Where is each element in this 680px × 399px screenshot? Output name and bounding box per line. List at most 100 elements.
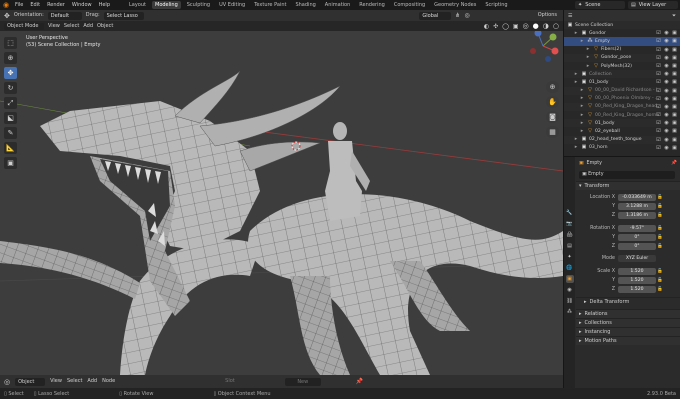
rotation-mode-dropdown[interactable]: XYZ Euler <box>618 255 656 262</box>
outliner-row[interactable]: ▸ ▽ PolyMesh(32) ☑ ◉ ▣ <box>564 62 680 70</box>
expand-arrow-icon[interactable]: ▸ <box>585 63 591 69</box>
render-camera-icon[interactable]: ▣ <box>672 104 677 110</box>
instancing-panel[interactable]: ▸ Instancing <box>576 327 680 336</box>
eye-icon[interactable]: ◉ <box>664 120 669 126</box>
checkbox-icon[interactable]: ☑ <box>656 96 661 102</box>
eye-icon[interactable]: ◉ <box>664 104 669 110</box>
rotate-tool-icon[interactable]: ↻ <box>4 82 17 94</box>
render-camera-icon[interactable]: ▣ <box>672 137 677 143</box>
render-camera-icon[interactable]: ▣ <box>672 112 677 118</box>
menu-object[interactable]: Object <box>97 23 113 29</box>
menu-view[interactable]: View <box>48 23 60 29</box>
outliner-row[interactable]: ▸ ▽ 02_eyeball ☑ ◉ ▣ <box>564 127 680 135</box>
zoom-icon[interactable]: ⊕ <box>546 81 559 93</box>
dragon-tail-tip[interactable] <box>0 241 140 299</box>
outliner-row[interactable]: ▸ ⁂ Empty ☑ ◉ ▣ <box>564 37 680 46</box>
dragon-horn-left[interactable] <box>174 70 241 124</box>
render-camera-icon[interactable]: ▣ <box>672 38 677 44</box>
gizmo-toggle-icon[interactable]: ✣ <box>493 23 498 30</box>
expand-arrow-icon[interactable]: ▸ <box>579 112 585 118</box>
motion-paths-panel[interactable]: ▸ Motion Paths <box>576 336 680 345</box>
render-tab-icon[interactable]: 📷 <box>566 220 574 228</box>
transform-tool-icon[interactable]: ⬕ <box>4 112 17 124</box>
shading-solid-icon[interactable]: ● <box>533 22 539 30</box>
expand-arrow-icon[interactable]: ▸ <box>573 145 579 150</box>
expand-arrow-icon[interactable]: ▸ <box>579 88 585 93</box>
scale-z-field[interactable]: 1.520 <box>618 286 656 293</box>
relations-panel[interactable]: ▸ Relations <box>576 309 680 318</box>
outliner-row[interactable]: ▸ ▽ 01_body ☑ ◉ ▣ <box>564 119 680 128</box>
collections-panel[interactable]: ▸ Collections <box>576 318 680 327</box>
eye-icon[interactable]: ◉ <box>664 38 669 44</box>
pin-properties-icon[interactable]: 📌 <box>671 161 677 166</box>
outliner-row[interactable]: ▸ ▣ Gondor ☑ ◉ ▣ <box>564 29 680 37</box>
eye-icon[interactable]: ◉ <box>664 128 669 134</box>
checkbox-icon[interactable]: ☑ <box>656 137 661 143</box>
world-tab-icon[interactable]: 🌐 <box>566 264 574 272</box>
shading-rendered-icon[interactable]: ○ <box>553 22 559 30</box>
eye-icon[interactable]: ◉ <box>664 47 669 53</box>
eye-icon[interactable]: ◉ <box>664 96 669 102</box>
tab-layout[interactable]: Layout <box>126 1 149 9</box>
pin-icon[interactable]: 📌 <box>356 378 363 385</box>
physics-tab-icon[interactable]: ◉ <box>566 286 574 294</box>
checkbox-icon[interactable]: ☑ <box>656 71 661 77</box>
outliner-row[interactable]: ▸ ▽ 00_Red_King_Dragon_horns ☑ ◉ ▣ <box>564 111 680 119</box>
add-cube-icon[interactable]: ▣ <box>4 157 17 169</box>
eye-icon[interactable]: ◉ <box>664 145 669 151</box>
expand-arrow-icon[interactable]: ▸ <box>579 96 585 101</box>
camera-view-icon[interactable]: ◙ <box>546 111 559 123</box>
tab-shading[interactable]: Shading <box>292 1 318 9</box>
eye-icon[interactable]: ◉ <box>664 79 669 85</box>
transform-orientation-dropdown[interactable]: Global <box>419 11 452 20</box>
lock-icon[interactable]: 🔓 <box>656 269 664 274</box>
pan-hand-icon[interactable]: ✋ <box>546 96 559 108</box>
location-y-field[interactable]: 3.1288 m <box>618 203 656 210</box>
render-camera-icon[interactable]: ▣ <box>672 88 677 94</box>
menu-render[interactable]: Render <box>45 2 67 8</box>
lock-icon[interactable]: 🔓 <box>656 235 664 240</box>
tab-geometry-nodes[interactable]: Geometry Nodes <box>431 1 479 9</box>
tool-tab-icon[interactable]: 🔧 <box>566 209 574 217</box>
checkbox-icon[interactable]: ☑ <box>656 128 661 134</box>
lock-icon[interactable]: 🔓 <box>656 226 664 231</box>
rotation-x-field[interactable]: -9.57° <box>618 225 656 232</box>
tab-scripting[interactable]: Scripting <box>482 1 510 9</box>
view-layer-tab-icon[interactable]: ▤ <box>566 242 574 250</box>
rotation-z-field[interactable]: 0° <box>618 243 656 250</box>
checkbox-icon[interactable]: ☑ <box>656 120 661 126</box>
transform-icon[interactable]: ✥ <box>4 12 10 20</box>
measure-tool-icon[interactable]: 📐 <box>4 142 17 154</box>
menu-add[interactable]: Add <box>83 23 93 29</box>
tab-compositing[interactable]: Compositing <box>391 1 428 9</box>
render-camera-icon[interactable]: ▣ <box>672 145 677 151</box>
constraints-tab-icon[interactable]: ⛓ <box>566 297 574 305</box>
visibility-icon[interactable]: ◐ <box>484 23 489 30</box>
menu-window[interactable]: Window <box>70 2 94 8</box>
checkbox-icon[interactable]: ☑ <box>656 63 661 69</box>
outliner-row[interactable]: ▸ ▣ 02_head_teeth_tongue ☑ ◉ ▣ <box>564 135 680 144</box>
snap-icon[interactable]: ⋔ <box>455 12 460 19</box>
menu-help[interactable]: Help <box>97 2 112 8</box>
menu-edit[interactable]: Edit <box>28 2 42 8</box>
move-tool-icon[interactable]: ✥ <box>4 67 17 79</box>
eye-icon[interactable]: ◉ <box>664 137 669 143</box>
lock-icon[interactable]: 🔓 <box>656 213 664 218</box>
outliner-row[interactable]: ▸ ▽ 00_00_David Richardson - I ☑ ◉ ▣ <box>564 86 680 95</box>
checkbox-icon[interactable]: ☑ <box>656 104 661 110</box>
checkbox-icon[interactable]: ☑ <box>656 88 661 94</box>
render-camera-icon[interactable]: ▣ <box>672 63 677 69</box>
expand-arrow-icon[interactable]: ▸ <box>579 104 585 109</box>
render-camera-icon[interactable]: ▣ <box>672 71 677 77</box>
tab-rendering[interactable]: Rendering <box>356 1 388 9</box>
options-dropdown[interactable]: Options <box>538 13 557 18</box>
object-tab-icon[interactable]: ▣ <box>565 275 574 283</box>
editor-type-icon[interactable]: ◎ <box>4 378 10 386</box>
shading-wireframe-icon[interactable]: ◎ <box>523 22 529 30</box>
checkbox-icon[interactable]: ☑ <box>656 79 661 85</box>
shading-material-icon[interactable]: ◑ <box>543 22 549 30</box>
render-camera-icon[interactable]: ▣ <box>672 96 677 102</box>
3d-viewport[interactable]: User Perspective (53) Scene Collection |… <box>0 31 563 375</box>
output-tab-icon[interactable]: 🖨 <box>566 231 574 239</box>
lock-icon[interactable]: 🔓 <box>656 278 664 283</box>
